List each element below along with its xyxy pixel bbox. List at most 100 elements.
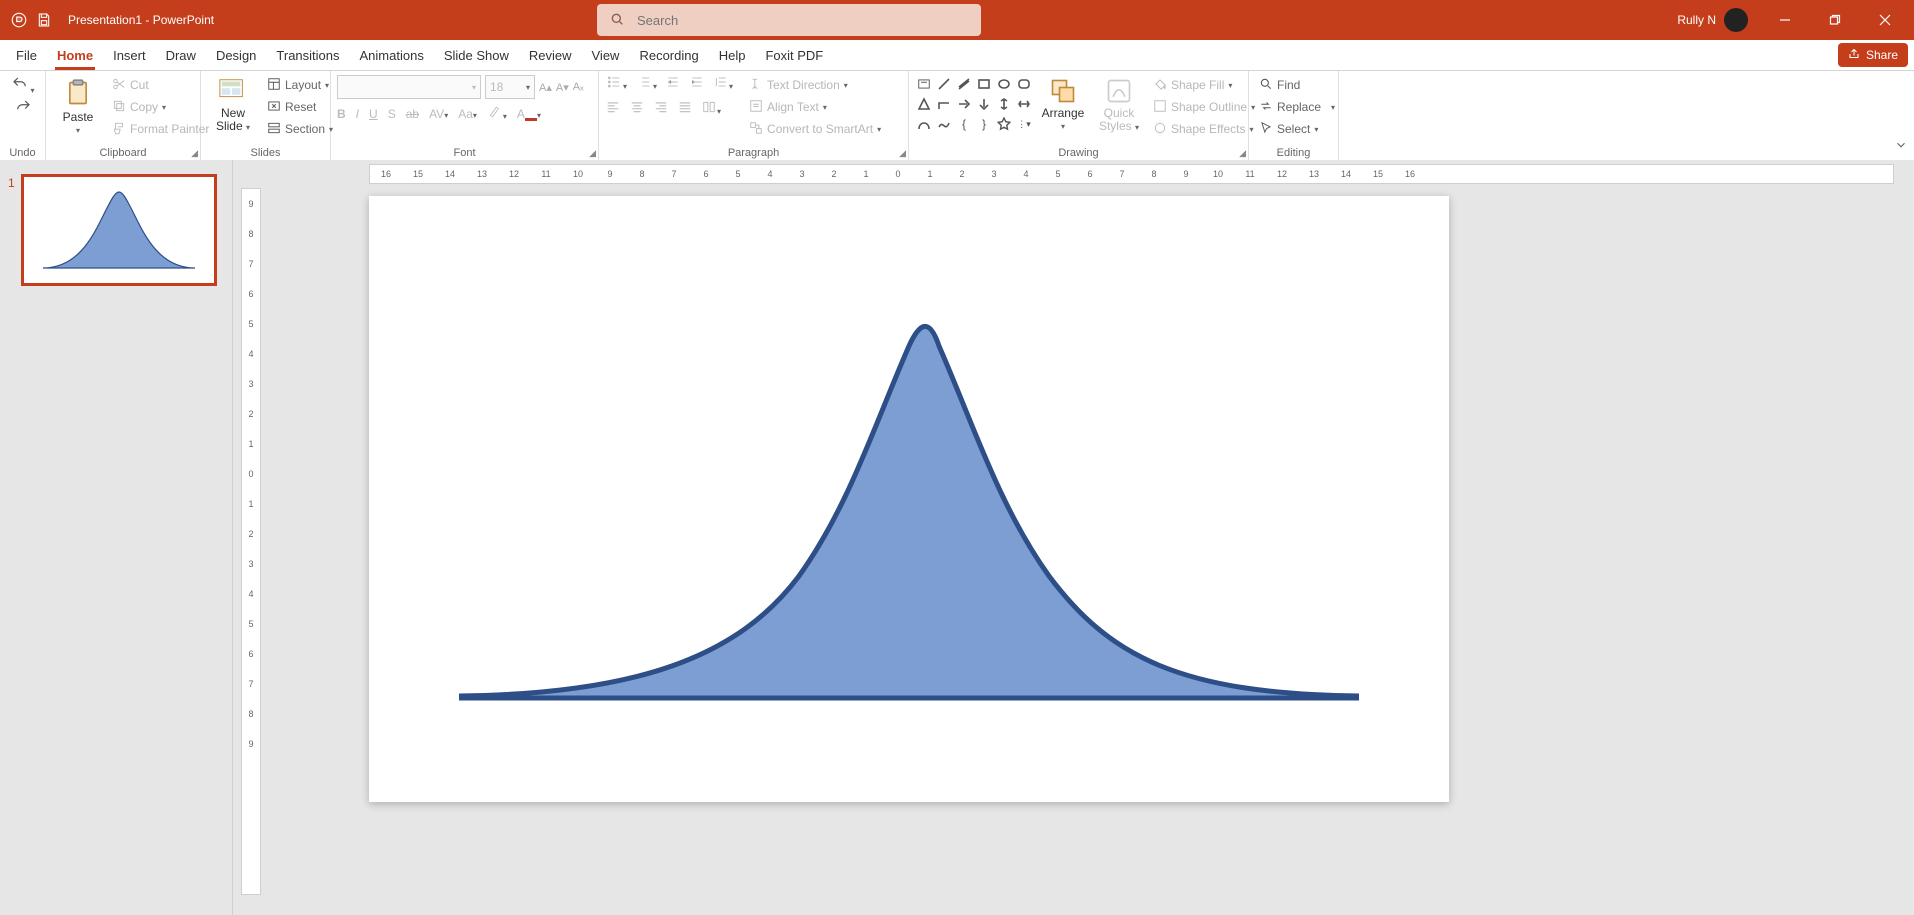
slide-number: 1 <box>8 176 15 190</box>
tab-home[interactable]: Home <box>47 40 103 70</box>
vertical-ruler: 9876543210123456789 <box>241 188 261 895</box>
align-left-button[interactable] <box>605 100 621 117</box>
tab-slide-show[interactable]: Slide Show <box>434 40 519 70</box>
decrease-font-icon[interactable]: A▾ <box>556 81 569 94</box>
drawing-dialog-launcher[interactable]: ◢ <box>1239 148 1246 159</box>
tab-design[interactable]: Design <box>206 40 266 70</box>
decrease-indent-button[interactable] <box>665 75 681 92</box>
convert-smartart-button[interactable]: Convert to SmartArt ▾ <box>745 119 885 139</box>
arrange-button[interactable]: Arrange▾ <box>1037 75 1089 133</box>
font-name-combo[interactable]: ▾ <box>337 75 481 99</box>
shape-line-icon[interactable] <box>935 75 953 93</box>
account-name: Rully N <box>1677 13 1716 27</box>
clear-formatting-icon[interactable]: Aₓ <box>573 81 584 93</box>
shape-brace-right-icon[interactable]: } <box>975 115 993 133</box>
underline-button[interactable]: U <box>369 107 378 121</box>
slide-canvas[interactable] <box>369 196 1449 802</box>
share-button[interactable]: Share <box>1838 43 1908 67</box>
tab-recording[interactable]: Recording <box>629 40 708 70</box>
bullets-button[interactable]: ▾ <box>605 75 627 92</box>
tab-help[interactable]: Help <box>709 40 756 70</box>
bell-curve-shape[interactable] <box>459 306 1359 706</box>
slide-thumbnail-1[interactable] <box>21 174 217 286</box>
shape-arrow-dualhoriz-icon[interactable] <box>1015 95 1033 113</box>
editor-area: 1 16151413121110987654321012345678910111… <box>0 160 1914 915</box>
select-button[interactable]: Select ▾ <box>1255 119 1322 139</box>
char-spacing-button[interactable]: AV▾ <box>429 107 448 121</box>
shape-arrow-dualvert-icon[interactable] <box>995 95 1013 113</box>
tab-view[interactable]: View <box>582 40 630 70</box>
paste-button[interactable]: Paste ▾ <box>52 75 104 137</box>
minimize-button[interactable] <box>1762 0 1808 40</box>
paragraph-dialog-launcher[interactable]: ◢ <box>899 148 906 159</box>
shape-elbow-icon[interactable] <box>935 95 953 113</box>
tab-file[interactable]: File <box>6 40 47 70</box>
align-text-button[interactable]: Align Text ▾ <box>745 97 885 117</box>
restore-button[interactable] <box>1812 0 1858 40</box>
shape-arrow-down-icon[interactable] <box>975 95 993 113</box>
quick-styles-button[interactable]: QuickStyles ▾ <box>1093 75 1145 135</box>
increase-indent-button[interactable] <box>689 75 705 92</box>
align-center-button[interactable] <box>629 100 645 117</box>
reset-button[interactable]: Reset <box>263 97 337 117</box>
font-color-button[interactable]: A▾ <box>517 107 541 121</box>
search-box[interactable] <box>597 4 981 36</box>
increase-font-icon[interactable]: A▴ <box>539 81 552 94</box>
undo-button[interactable]: ▾ <box>10 75 34 96</box>
shape-doubleline-icon[interactable] <box>955 75 973 93</box>
shape-rectangle-icon[interactable] <box>975 75 993 93</box>
shape-roundrect-icon[interactable] <box>1015 75 1033 93</box>
shape-oval-icon[interactable] <box>995 75 1013 93</box>
font-dialog-launcher[interactable]: ◢ <box>589 148 596 159</box>
shape-fill-button[interactable]: Shape Fill ▾ <box>1149 75 1259 95</box>
shapes-more-button[interactable]: ⋮▾ <box>1015 115 1033 133</box>
clipboard-dialog-launcher[interactable]: ◢ <box>191 148 198 159</box>
tab-draw[interactable]: Draw <box>156 40 206 70</box>
collapse-ribbon-button[interactable] <box>1894 138 1908 155</box>
align-right-button[interactable] <box>653 100 669 117</box>
ribbon: ▾ Undo Paste ▾ Cut Copy ▾ <box>0 71 1914 162</box>
shape-triangle-icon[interactable] <box>915 95 933 113</box>
bold-button[interactable]: B <box>337 107 346 121</box>
tab-transitions[interactable]: Transitions <box>266 40 349 70</box>
justify-button[interactable] <box>677 100 693 117</box>
account-button[interactable]: Rully N <box>1667 8 1758 32</box>
tab-foxit-pdf[interactable]: Foxit PDF <box>755 40 833 70</box>
close-button[interactable] <box>1862 0 1908 40</box>
tab-animations[interactable]: Animations <box>350 40 434 70</box>
numbering-button[interactable]: ▾ <box>635 75 657 92</box>
new-slide-button[interactable]: NewSlide ▾ <box>207 75 259 135</box>
shape-outline-button[interactable]: Shape Outline ▾ <box>1149 97 1259 117</box>
tab-insert[interactable]: Insert <box>103 40 156 70</box>
format-painter-button[interactable]: Format Painter <box>108 119 213 139</box>
shapes-gallery[interactable]: { } ⋮▾ <box>915 75 1033 133</box>
shape-effects-button[interactable]: Shape Effects ▾ <box>1149 119 1259 139</box>
slide-thumbnails-pane[interactable]: 1 <box>0 160 233 915</box>
tab-review[interactable]: Review <box>519 40 582 70</box>
cut-button[interactable]: Cut <box>108 75 213 95</box>
change-case-button[interactable]: Aa▾ <box>458 107 477 121</box>
window-title: Presentation1 - PowerPoint <box>68 13 214 27</box>
redo-button[interactable] <box>13 98 33 119</box>
shape-curve-icon[interactable] <box>915 115 933 133</box>
shape-star-icon[interactable] <box>995 115 1013 133</box>
copy-button[interactable]: Copy ▾ <box>108 97 213 117</box>
shadow-button[interactable]: S <box>388 107 396 121</box>
highlight-button[interactable]: ▾ <box>487 105 507 122</box>
strikethrough-button[interactable]: ab <box>406 107 419 121</box>
section-button[interactable]: Section ▾ <box>263 119 337 139</box>
shape-freeform-icon[interactable] <box>935 115 953 133</box>
line-spacing-button[interactable]: ▾ <box>713 75 733 92</box>
shape-textbox-icon[interactable] <box>915 75 933 93</box>
save-icon[interactable] <box>36 12 52 28</box>
italic-button[interactable]: I <box>356 107 359 121</box>
text-direction-button[interactable]: Text Direction ▾ <box>745 75 885 95</box>
shape-brace-left-icon[interactable]: { <box>955 115 973 133</box>
font-size-combo[interactable]: 18▾ <box>485 75 535 99</box>
shape-arrow-right-icon[interactable] <box>955 95 973 113</box>
columns-button[interactable]: ▾ <box>701 100 721 117</box>
layout-button[interactable]: Layout ▾ <box>263 75 337 95</box>
search-input[interactable] <box>635 12 969 29</box>
find-button[interactable]: Find <box>1255 75 1304 95</box>
replace-button[interactable]: Replace▾ <box>1255 97 1339 117</box>
